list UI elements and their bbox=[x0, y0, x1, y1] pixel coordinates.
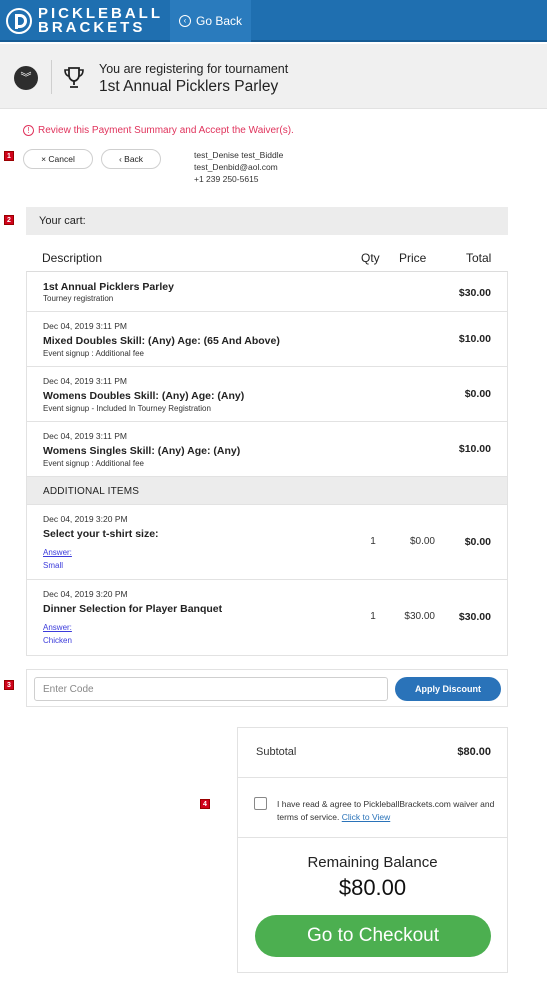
step-marker-4: 4 bbox=[200, 799, 210, 809]
logo-text-line2: BRACKETS bbox=[38, 19, 146, 36]
item-subtitle: Tourney registration bbox=[43, 294, 114, 303]
column-header-description: Description bbox=[42, 251, 103, 265]
user-email: test_Denbid@aol.com bbox=[194, 162, 278, 172]
user-name: test_Denise test_Biddle bbox=[194, 150, 284, 160]
item-subtitle: Event signup : Additional fee bbox=[43, 349, 144, 358]
trophy-icon bbox=[64, 67, 84, 88]
item-total: $30.00 bbox=[458, 287, 491, 299]
alert-icon: ! bbox=[23, 125, 34, 136]
additional-items-label: ADDITIONAL ITEMS bbox=[43, 486, 140, 497]
answer-value: Small bbox=[43, 561, 64, 570]
item-price: $30.00 bbox=[404, 611, 435, 622]
item-total: $0.00 bbox=[464, 388, 491, 400]
waiver-row: I have read & agree to PickleballBracket… bbox=[238, 778, 507, 838]
table-row: 1st Annual Picklers Parley Tourney regis… bbox=[27, 272, 507, 312]
apply-discount-button[interactable]: Apply Discount bbox=[395, 677, 501, 701]
column-header-qty: Qty bbox=[361, 251, 380, 265]
subtotal-value: $80.00 bbox=[457, 746, 491, 758]
item-qty: 1 bbox=[370, 611, 376, 622]
cart-table: 1st Annual Picklers Parley Tourney regis… bbox=[26, 271, 508, 656]
answer-value: Chicken bbox=[43, 636, 72, 645]
review-notice-text: Review this Payment Summary and Accept t… bbox=[38, 125, 294, 136]
item-date: Dec 04, 2019 3:11 PM bbox=[43, 431, 127, 441]
payment-summary: Subtotal $80.00 I have read & agree to P… bbox=[237, 727, 508, 973]
item-title: Select your t-shirt size: bbox=[43, 528, 159, 540]
table-row: Dec 04, 2019 3:20 PM Dinner Selection fo… bbox=[27, 580, 507, 655]
item-date: Dec 04, 2019 3:20 PM bbox=[43, 589, 128, 599]
divider bbox=[51, 60, 52, 94]
item-total: $10.00 bbox=[458, 333, 491, 345]
answer-label-link[interactable]: Answer: bbox=[43, 548, 72, 557]
tournament-header: ︾ You are registering for tournament 1st… bbox=[0, 44, 547, 109]
remaining-balance-label: Remaining Balance bbox=[307, 854, 438, 871]
subtotal-row: Subtotal $80.00 bbox=[238, 728, 507, 778]
step-marker-1: 1 bbox=[4, 151, 14, 161]
item-total: $30.00 bbox=[458, 611, 491, 623]
step-marker-3: 3 bbox=[4, 680, 14, 690]
go-back-button[interactable]: ‹ Go Back bbox=[170, 0, 251, 42]
item-title: Womens Doubles Skill: (Any) Age: (Any) bbox=[43, 390, 245, 402]
go-to-checkout-button[interactable]: Go to Checkout bbox=[255, 915, 491, 957]
item-qty: 1 bbox=[370, 536, 376, 547]
go-back-label: Go Back bbox=[195, 14, 243, 28]
step-marker-2: 2 bbox=[4, 215, 14, 225]
item-total: $0.00 bbox=[464, 536, 491, 548]
waiver-text: I have read & agree to PickleballBracket… bbox=[277, 798, 497, 824]
review-notice: ! Review this Payment Summary and Accept… bbox=[23, 125, 294, 136]
cancel-button[interactable]: × Cancel bbox=[23, 149, 93, 169]
item-title: Womens Singles Skill: (Any) Age: (Any) bbox=[43, 445, 241, 457]
column-header-price: Price bbox=[399, 251, 427, 265]
waiver-checkbox[interactable] bbox=[254, 797, 267, 810]
subtotal-label: Subtotal bbox=[256, 746, 297, 758]
table-row: Dec 04, 2019 3:11 PM Mixed Doubles Skill… bbox=[27, 312, 507, 367]
additional-items-heading: ADDITIONAL ITEMS bbox=[27, 477, 507, 505]
chevron-left-circle-icon: ‹ bbox=[178, 15, 191, 27]
back-button[interactable]: ‹ Back bbox=[101, 149, 161, 169]
discount-code-input[interactable] bbox=[34, 677, 388, 701]
cart-heading: Your cart: bbox=[26, 207, 508, 235]
item-title: Dinner Selection for Player Banquet bbox=[43, 603, 223, 615]
item-total: $10.00 bbox=[458, 443, 491, 455]
chevron-double-down-icon[interactable]: ︾ bbox=[14, 66, 38, 90]
answer-label-link[interactable]: Answer: bbox=[43, 623, 72, 632]
pickleball-brackets-logo[interactable]: PICKLEBALL BRACKETS bbox=[6, 5, 163, 37]
column-header-total: Total bbox=[466, 251, 492, 265]
user-info: test_Denise test_Biddle test_Denbid@aol.… bbox=[194, 149, 283, 185]
waiver-view-link[interactable]: Click to View bbox=[342, 812, 391, 822]
table-row: Dec 04, 2019 3:11 PM Womens Doubles Skil… bbox=[27, 367, 507, 422]
discount-section: Apply Discount bbox=[26, 669, 508, 707]
item-date: Dec 04, 2019 3:20 PM bbox=[43, 514, 128, 524]
tournament-name: 1st Annual Picklers Parley bbox=[99, 78, 279, 95]
user-phone: +1 239 250-5615 bbox=[194, 174, 259, 184]
item-date: Dec 04, 2019 3:11 PM bbox=[43, 376, 127, 386]
item-subtitle: Event signup : Additional fee bbox=[43, 459, 144, 468]
table-row: Dec 04, 2019 3:11 PM Womens Singles Skil… bbox=[27, 422, 507, 477]
item-title: Mixed Doubles Skill: (Any) Age: (65 And … bbox=[43, 335, 280, 347]
item-subtitle: Event signup - Included In Tourney Regis… bbox=[43, 404, 211, 413]
item-price: $0.00 bbox=[409, 536, 435, 547]
logo-icon bbox=[6, 8, 32, 34]
item-title: 1st Annual Picklers Parley bbox=[43, 281, 174, 293]
registering-text: You are registering for tournament bbox=[99, 62, 289, 76]
item-date: Dec 04, 2019 3:11 PM bbox=[43, 321, 127, 331]
table-row: Dec 04, 2019 3:20 PM Select your t-shirt… bbox=[27, 505, 507, 580]
remaining-balance-value: $80.00 bbox=[338, 875, 407, 900]
top-navbar: PICKLEBALL BRACKETS ‹ Go Back bbox=[0, 0, 547, 42]
